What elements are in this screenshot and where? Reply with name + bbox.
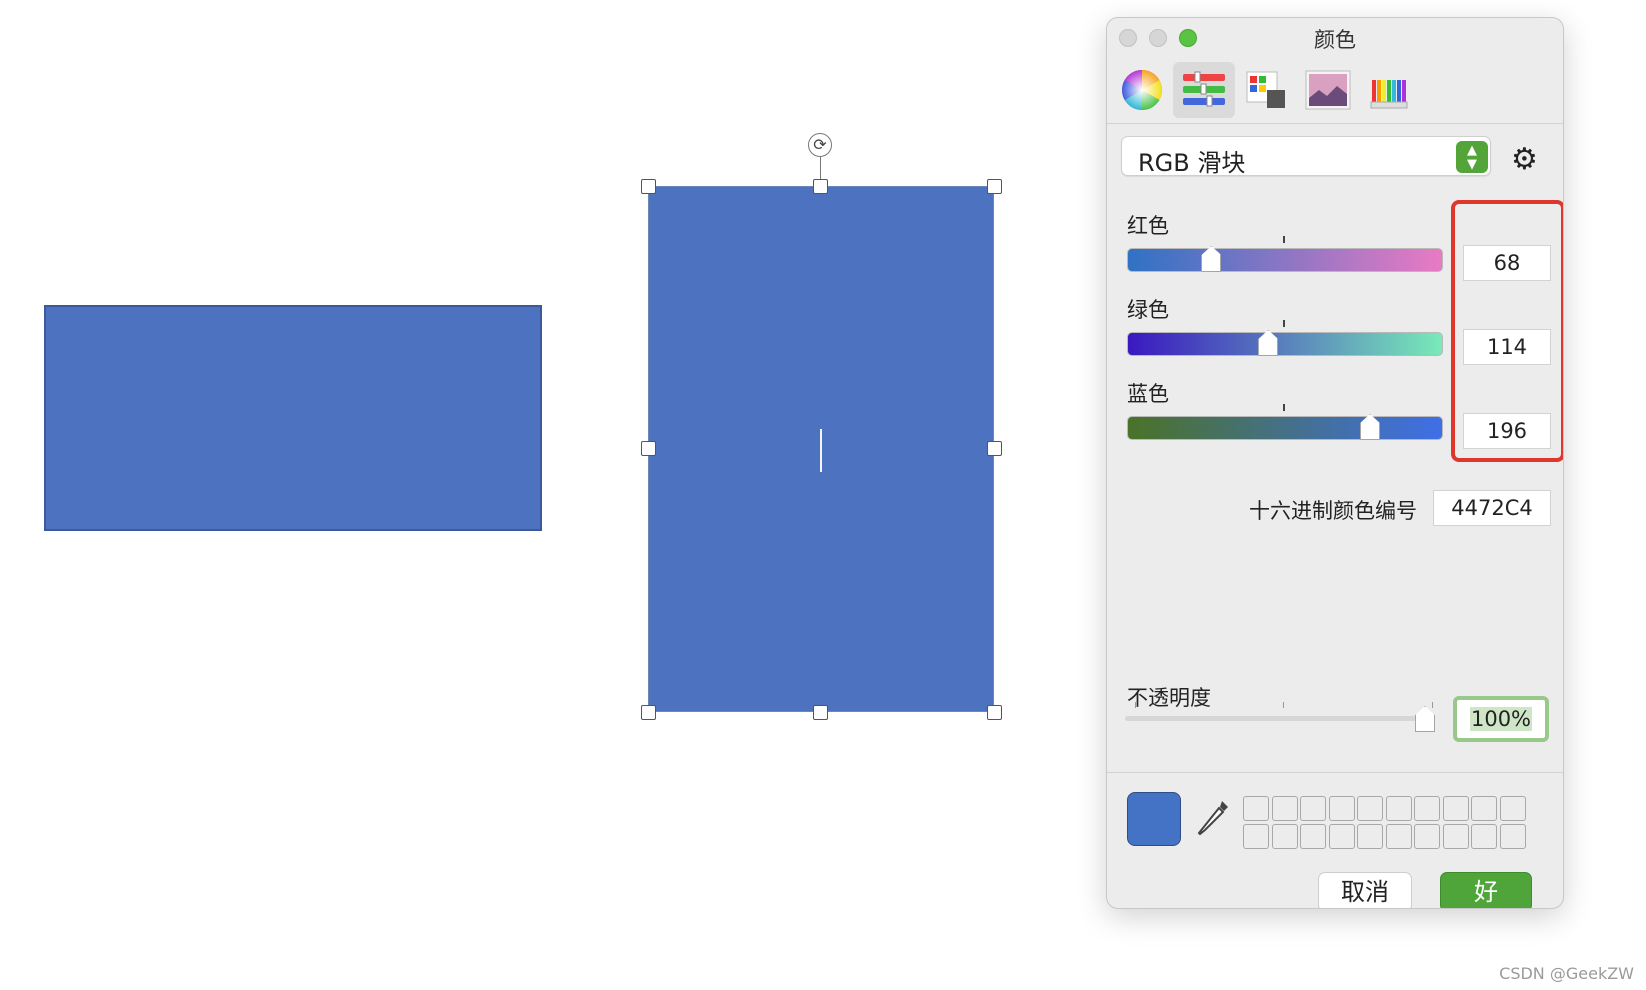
pencils-icon[interactable] <box>1359 62 1421 118</box>
saved-swatch[interactable] <box>1499 796 1526 821</box>
rotate-handle-icon[interactable]: ⟳ <box>808 133 832 157</box>
gear-icon[interactable]: ⚙ <box>1511 142 1538 177</box>
saved-swatch[interactable] <box>1442 824 1469 849</box>
saved-swatch[interactable] <box>1328 796 1355 821</box>
hex-field[interactable]: 4472C4 <box>1433 490 1551 526</box>
saved-swatch[interactable] <box>1471 796 1497 821</box>
saved-swatch[interactable] <box>1300 796 1326 821</box>
panel-title: 颜色 <box>1314 28 1356 52</box>
saved-swatch[interactable] <box>1471 824 1497 849</box>
resize-handle-bottom-right[interactable] <box>987 705 1002 720</box>
blue-slider-track[interactable] <box>1127 416 1443 440</box>
eyedropper-icon[interactable] <box>1195 798 1231 842</box>
saved-swatch[interactable] <box>1271 796 1298 821</box>
bottom-separator <box>1107 772 1563 773</box>
saved-swatch[interactable] <box>1385 796 1412 821</box>
opacity-slider-thumb[interactable] <box>1415 706 1435 732</box>
color-mode-select-label: RGB 滑块 <box>1138 149 1246 177</box>
watermark: CSDN @GeekZW <box>1499 964 1634 983</box>
saved-swatch[interactable] <box>1357 796 1383 821</box>
hex-label: 十六进制颜色编号 <box>1249 499 1417 523</box>
image-palettes-icon[interactable] <box>1297 62 1359 118</box>
opacity-tick <box>1283 702 1284 708</box>
saved-swatch[interactable] <box>1328 824 1355 849</box>
ok-button[interactable]: 好 <box>1440 872 1532 908</box>
rectangle-shape-left[interactable] <box>44 305 542 531</box>
blue-slider-tick <box>1283 404 1285 411</box>
red-slider-track[interactable] <box>1127 248 1443 272</box>
text-cursor <box>820 429 822 472</box>
resize-handle-top-right[interactable] <box>987 179 1002 194</box>
green-slider-tick <box>1283 320 1285 327</box>
opacity-value: 100% <box>1469 707 1533 731</box>
saved-swatch[interactable] <box>1357 824 1383 849</box>
saved-swatch[interactable] <box>1414 796 1440 821</box>
highlight-annotation-box <box>1451 200 1563 462</box>
resize-handle-left[interactable] <box>641 441 656 456</box>
blue-slider-label: 蓝色 <box>1127 382 1169 406</box>
opacity-slider-track[interactable] <box>1125 716 1425 721</box>
opacity-label: 不透明度 <box>1127 686 1211 710</box>
cancel-button[interactable]: 取消 <box>1318 872 1412 908</box>
opacity-tick <box>1135 702 1136 708</box>
resize-handle-right[interactable] <box>987 441 1002 456</box>
color-palettes-icon[interactable] <box>1235 62 1297 118</box>
saved-swatch[interactable] <box>1442 796 1469 821</box>
resize-handle-top-left[interactable] <box>641 179 656 194</box>
current-color-swatch[interactable] <box>1127 792 1181 846</box>
saved-swatch[interactable] <box>1243 824 1269 849</box>
green-slider-label: 绿色 <box>1127 298 1169 322</box>
color-wheel-icon[interactable] <box>1111 62 1173 118</box>
saved-swatch[interactable] <box>1385 824 1412 849</box>
toolbar-separator <box>1107 123 1563 124</box>
opacity-tick <box>1432 702 1433 708</box>
resize-handle-top[interactable] <box>813 179 828 194</box>
chevron-updown-icon: ▲ ▼ <box>1456 141 1488 173</box>
color-sliders-icon[interactable] <box>1173 62 1235 118</box>
saved-swatch[interactable] <box>1243 796 1269 821</box>
saved-swatch[interactable] <box>1414 824 1440 849</box>
color-mode-select[interactable]: RGB 滑块 ▲ ▼ <box>1121 136 1491 177</box>
color-panel: 颜色 RGB 滑块 ▲ ▼ ⚙ 红色 68 绿色 114 蓝色 196 十六进制… <box>1106 17 1564 909</box>
saved-swatch[interactable] <box>1499 824 1526 849</box>
green-slider-track[interactable] <box>1127 332 1443 356</box>
resize-handle-bottom[interactable] <box>813 705 828 720</box>
opacity-field[interactable]: 100% <box>1453 696 1549 742</box>
red-slider-tick <box>1283 236 1285 243</box>
red-slider-label: 红色 <box>1127 214 1169 238</box>
saved-swatch[interactable] <box>1271 824 1298 849</box>
resize-handle-bottom-left[interactable] <box>641 705 656 720</box>
saved-swatch[interactable] <box>1300 824 1326 849</box>
